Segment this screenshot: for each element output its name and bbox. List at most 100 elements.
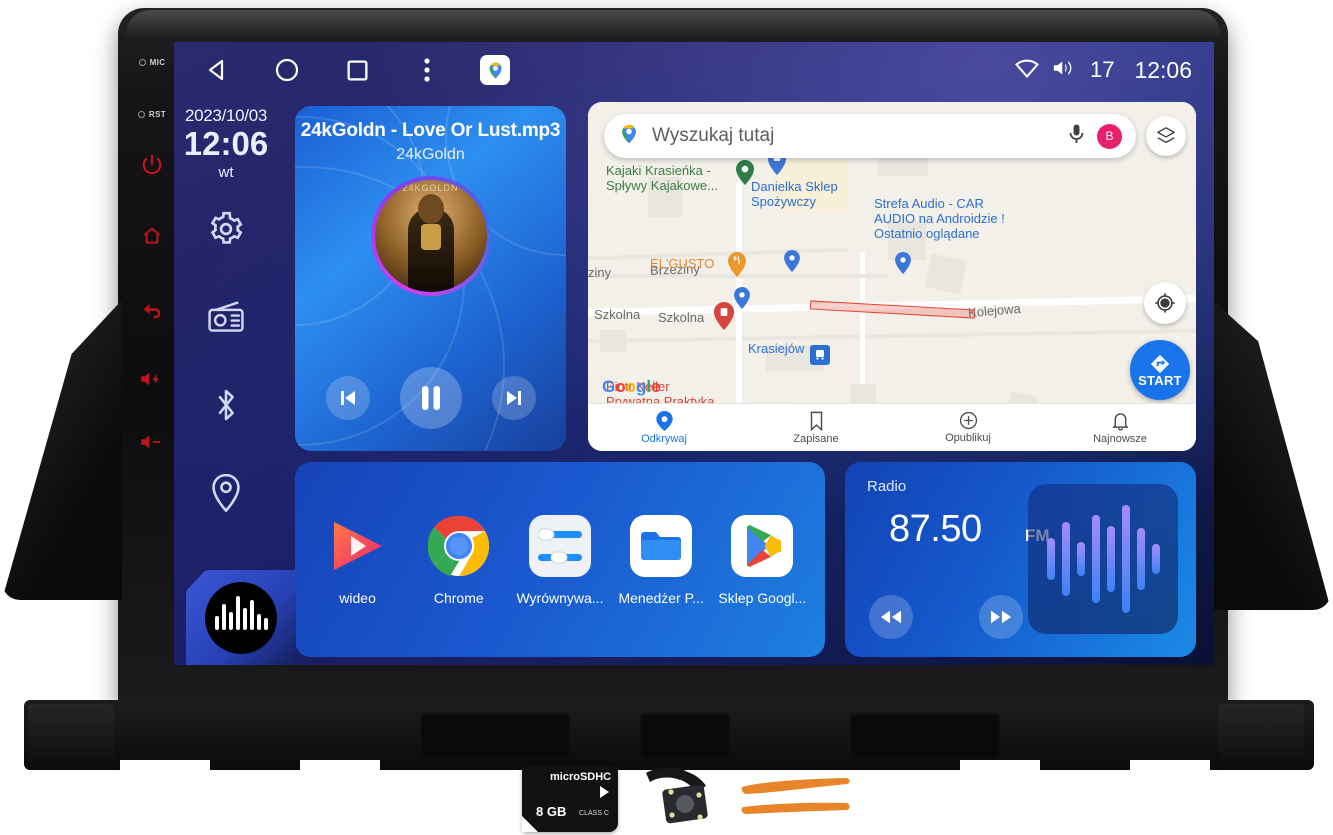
- map-pin-green[interactable]: [736, 160, 754, 185]
- poi-strefa-audio[interactable]: Strefa Audio - CAR AUDIO na Androidzie !…: [874, 196, 1074, 242]
- track-artist: 24kGoldn: [396, 146, 465, 163]
- track-title: 24kGoldn - Love Or Lust.mp3: [300, 120, 561, 141]
- g-letter-3: o: [625, 377, 637, 396]
- sidebar-item-navigation[interactable]: [204, 471, 248, 515]
- tab-opublikuj[interactable]: Opublikuj: [892, 404, 1044, 451]
- base-bracket-right: [1218, 704, 1304, 770]
- sidebar-item-settings[interactable]: [204, 207, 248, 251]
- map-transit-badge[interactable]: [810, 345, 830, 365]
- map-pin-blue-1[interactable]: [734, 287, 752, 312]
- reset-label: RST: [148, 110, 167, 119]
- building-7: [600, 330, 626, 352]
- app-shortcut-play-store[interactable]: Sklep Googl...: [716, 514, 808, 606]
- microsd-class: CLASS C: [579, 810, 609, 817]
- app-label: Sklep Googl...: [718, 589, 807, 606]
- volume-down-key[interactable]: [128, 433, 176, 451]
- microphone-icon[interactable]: [1068, 123, 1085, 150]
- poi-line-2: Spływy Kajakowe...: [606, 177, 718, 193]
- sidebar-items: [204, 207, 248, 515]
- base-connector-right: [850, 712, 1000, 758]
- poi-danielka-sklep[interactable]: Danielka Sklep Spożywczy: [751, 179, 871, 210]
- base-bracket-left: [28, 704, 114, 770]
- play-pause-button[interactable]: [399, 367, 462, 429]
- road-rail: [588, 328, 1196, 344]
- google-watermark: Google: [602, 377, 661, 397]
- map-bottom-tabs: Odkrywaj Zapisane Opublikuj Najnowsze: [588, 403, 1196, 451]
- album-art-ring: 24KGOLDN: [370, 176, 491, 296]
- previous-track-button[interactable]: [325, 376, 370, 420]
- street-label-szkolna-2: Szkolna: [658, 310, 705, 325]
- tab-najnowsze[interactable]: Najnowsze: [1044, 404, 1196, 451]
- playback-controls: [295, 367, 566, 429]
- microsd-logo: microSDHC: [550, 771, 612, 783]
- g-letter-1: G: [602, 377, 616, 396]
- reset-port: RST: [128, 110, 176, 119]
- app-shortcut-equalizer[interactable]: Wyrównywa...: [514, 514, 606, 606]
- app-shortcut-chrome[interactable]: Chrome: [413, 514, 505, 606]
- app-shortcut-wideo[interactable]: wideo: [312, 514, 404, 606]
- map-search-placeholder[interactable]: Wyszukaj tutaj: [652, 125, 1068, 147]
- base-connector-left: [420, 712, 570, 758]
- map-pin-blue-3[interactable]: [895, 252, 913, 277]
- poi-subtitle: Ostatnio oglądane: [874, 225, 980, 241]
- music-player-card[interactable]: 24kGoldn - Love Or Lust.mp3 24kGoldn 24K…: [295, 106, 566, 451]
- layers-icon[interactable]: [1146, 116, 1186, 156]
- touchscreen[interactable]: 17 12:06 2023/10/03 12:06 wt 24kGoldn - …: [174, 42, 1214, 665]
- overflow-menu-icon[interactable]: [410, 53, 444, 87]
- tab-label: Opublikuj: [945, 432, 991, 444]
- poi-line-1: Kajaki Krasieńka -: [606, 163, 711, 178]
- tab-label: Zapisane: [793, 432, 839, 445]
- google-maps-card[interactable]: ziny Brzeziny Szkolna Szkolna Kolejowa K…: [588, 102, 1196, 451]
- audio-visualizer-widget[interactable]: [186, 570, 296, 665]
- navigation-start-button[interactable]: START: [1130, 340, 1190, 400]
- radio-frequency: 87.50: [889, 508, 982, 550]
- mic-label: MIC: [149, 58, 166, 67]
- next-track-button[interactable]: [491, 376, 536, 420]
- tab-label: Odkrywaj: [641, 432, 687, 445]
- street-label-ziny: ziny: [588, 265, 612, 280]
- poi-line-1: Strefa Audio - CAR: [874, 196, 984, 211]
- chrome-icon: [427, 514, 491, 578]
- sidebar-item-bluetooth[interactable]: [204, 383, 248, 427]
- tab-label: Najnowsze: [1093, 432, 1147, 445]
- poi-line-1: EL'GUSTO: [650, 256, 715, 271]
- radio-next-button[interactable]: [979, 595, 1023, 639]
- g-letter-6: e: [651, 377, 661, 396]
- my-location-icon[interactable]: [1144, 282, 1186, 324]
- album-art-chain: [420, 224, 441, 250]
- reverse-camera: [640, 765, 716, 831]
- poi-elgusto[interactable]: EL'GUSTO: [650, 256, 715, 272]
- waveform-icon: [205, 581, 277, 654]
- tab-odkrywaj[interactable]: Odkrywaj: [588, 404, 740, 451]
- poi-kajaki-krasienka[interactable]: Kajaki Krasieńka - Spływy Kajakowe...: [606, 163, 756, 194]
- time-label: 12:06: [183, 125, 269, 162]
- poi-krasiejow[interactable]: Krasiejów: [748, 341, 804, 357]
- map-search-bar[interactable]: Wyszukaj tutaj B: [604, 114, 1136, 158]
- volume-icon: [1052, 58, 1078, 83]
- status-indicators: 17 12:06: [1014, 57, 1192, 84]
- map-pin-blue-2[interactable]: [784, 250, 802, 275]
- head-unit-left-shell: [2, 300, 122, 600]
- map-pin-red[interactable]: [713, 302, 735, 330]
- radio-waveform-icon: [1028, 484, 1178, 634]
- radio-card[interactable]: Radio 87.50 FM: [845, 462, 1196, 657]
- back-icon[interactable]: [200, 53, 234, 87]
- sidebar-item-radio[interactable]: [204, 295, 248, 339]
- power-key[interactable]: [128, 153, 176, 175]
- google-maps-icon[interactable]: [480, 55, 510, 85]
- navigation-buttons: [200, 53, 510, 87]
- weekday-label: wt: [218, 163, 234, 181]
- back-key[interactable]: [128, 300, 176, 320]
- avatar[interactable]: B: [1097, 123, 1122, 149]
- home-icon[interactable]: [270, 53, 304, 87]
- home-key[interactable]: [128, 226, 176, 246]
- app-shortcut-file-manager[interactable]: Menedżer P...: [615, 514, 707, 606]
- volume-up-key[interactable]: [128, 370, 176, 388]
- reset-hole-icon: [137, 111, 145, 118]
- tab-zapisane[interactable]: Zapisane: [740, 404, 892, 451]
- recents-icon[interactable]: [340, 53, 374, 87]
- radio-controls: [869, 595, 1023, 639]
- equalizer-icon: [528, 514, 592, 578]
- map-pin-restaurant[interactable]: [728, 252, 746, 277]
- radio-prev-button[interactable]: [869, 595, 913, 639]
